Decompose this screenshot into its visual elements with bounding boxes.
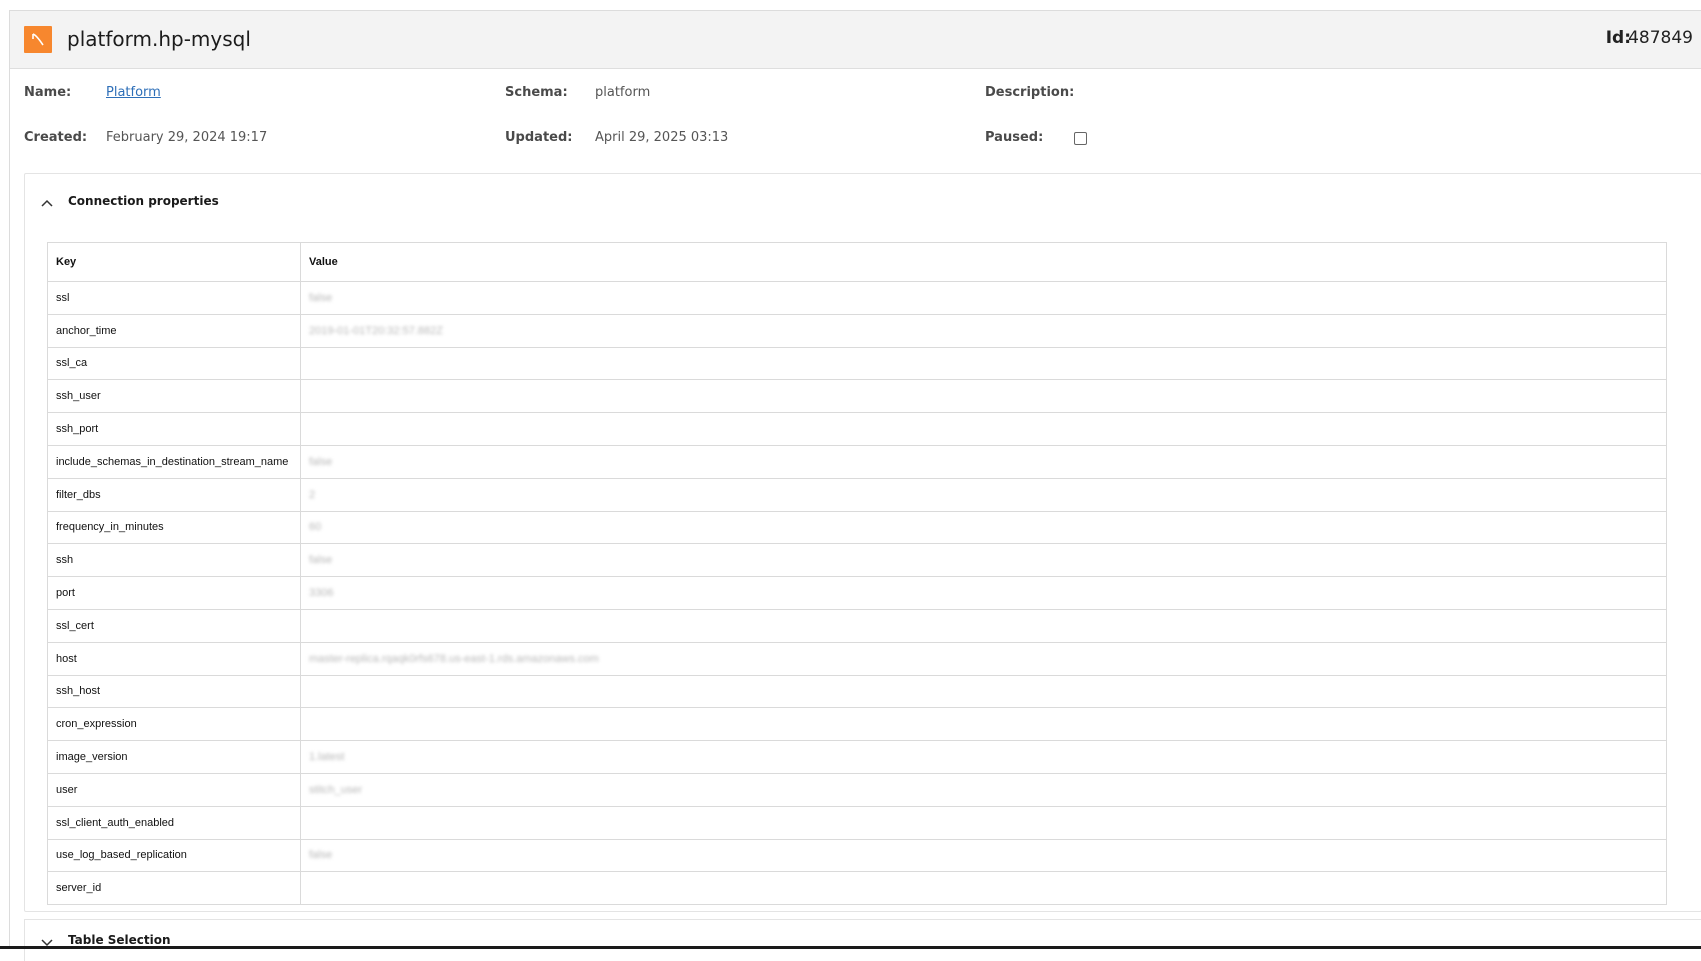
property-value-text: false [309,554,333,567]
property-value [300,346,1667,381]
property-key: ssh_port [47,412,301,446]
created-label: Created: [24,130,88,145]
chevron-up-icon [41,199,53,207]
table-row: ssl_cert [47,608,1667,643]
property-key: ssl_ca [47,346,301,381]
property-value-text: false [309,455,333,468]
table-selection-title: Table Selection [68,933,171,947]
property-value-text: false [309,849,333,862]
property-value-text: 60 [309,521,322,534]
paused-label: Paused: [985,130,1044,145]
table-header-row: Key Value [47,242,1667,282]
property-value [300,608,1667,643]
property-value-text: stitch_user [309,783,363,796]
property-key: include_schemas_in_destination_stream_na… [47,444,301,479]
property-value-text: master-replica.rqaqk0rfs678.us-east-1.rd… [309,652,599,665]
updated-value: April 29, 2025 03:13 [595,130,729,145]
table-row: ssl false [47,281,1667,315]
table-row: user stitch_user [47,772,1667,807]
property-key: user [47,772,301,807]
property-key: use_log_based_replication [47,838,301,873]
table-row: server_id [47,871,1667,906]
property-key: ssl_client_auth_enabled [47,805,301,840]
property-value: false [300,281,1667,315]
property-key: host [47,641,301,676]
property-value [300,674,1667,709]
property-key: image_version [47,740,301,774]
property-key: ssh_user [47,379,301,414]
table-row: frequency_in_minutes 60 [47,510,1667,545]
table-row: filter_dbs 2 [47,477,1667,512]
table-row: ssh false [47,543,1667,578]
table-row: ssh_port [47,412,1667,446]
property-key: server_id [47,871,301,906]
property-value [300,707,1667,742]
created-value: February 29, 2024 19:17 [106,130,268,145]
property-value-text: 1.latest [309,751,345,764]
property-value: 1.latest [300,740,1667,774]
column-header-key: Key [47,242,301,282]
property-value: 60 [300,510,1667,545]
connection-properties-title: Connection properties [68,194,219,208]
property-value: false [300,444,1667,479]
page-header: platform.hp-mysql Id: 487849 [10,11,1701,69]
property-key: port [47,576,301,610]
paused-checkbox[interactable] [1074,132,1087,145]
connection-properties-table: Key Value ssl false anchor_time 2019-01-01T… [47,242,1667,906]
property-value [300,412,1667,446]
property-value-text: 2019-01-01T20:32:57.882Z [309,324,443,337]
property-key: ssh [47,543,301,578]
property-key: ssh_host [47,674,301,709]
description-label: Description: [985,85,1075,100]
table-selection-section[interactable]: Table Selection [24,919,1701,961]
source-detail-panel: platform.hp-mysql Id: 487849 Name: Platf… [9,10,1701,961]
property-key: cron_expression [47,707,301,742]
property-value: master-replica.rqaqk0rfs678.us-east-1.rd… [300,641,1667,676]
table-row: ssl_client_auth_enabled [47,805,1667,840]
table-row: ssh_user [47,379,1667,414]
property-key: ssl_cert [47,608,301,643]
property-key: filter_dbs [47,477,301,512]
property-value-text: false [309,291,333,304]
schema-label: Schema: [505,85,568,100]
table-row: use_log_based_replication false [47,838,1667,873]
property-key: frequency_in_minutes [47,510,301,545]
table-row: ssl_ca [47,346,1667,381]
mysql-logo-icon [24,26,52,53]
page-title: platform.hp-mysql [67,27,251,51]
table-row: cron_expression [47,707,1667,742]
schema-value: platform [595,85,651,100]
name-label: Name: [24,85,72,100]
property-value: 2 [300,477,1667,512]
property-value: stitch_user [300,772,1667,807]
property-value [300,805,1667,840]
property-value: false [300,838,1667,873]
name-link[interactable]: Platform [106,85,161,100]
table-row: host master-replica.rqaqk0rfs678.us-east-… [47,641,1667,676]
property-key: anchor_time [47,313,301,348]
table-row: image_version 1.latest [47,740,1667,774]
table-row: ssh_host [47,674,1667,709]
property-value: false [300,543,1667,578]
id-value: 487849 [1628,28,1693,48]
updated-label: Updated: [505,130,573,145]
table-row: include_schemas_in_destination_stream_na… [47,444,1667,479]
property-value-text: 2 [309,488,316,501]
table-row: anchor_time 2019-01-01T20:32:57.882Z [47,313,1667,348]
property-value-text: 3306 [309,587,334,600]
property-value: 2019-01-01T20:32:57.882Z [300,313,1667,348]
table-row: port 3306 [47,576,1667,610]
connection-properties-section: Connection properties Key Value ssl false… [24,173,1701,912]
property-value [300,871,1667,906]
property-key: ssl [47,281,301,315]
connection-properties-header[interactable]: Connection properties [25,174,1701,230]
property-value [300,379,1667,414]
property-value: 3306 [300,576,1667,610]
column-header-value: Value [300,242,1667,282]
